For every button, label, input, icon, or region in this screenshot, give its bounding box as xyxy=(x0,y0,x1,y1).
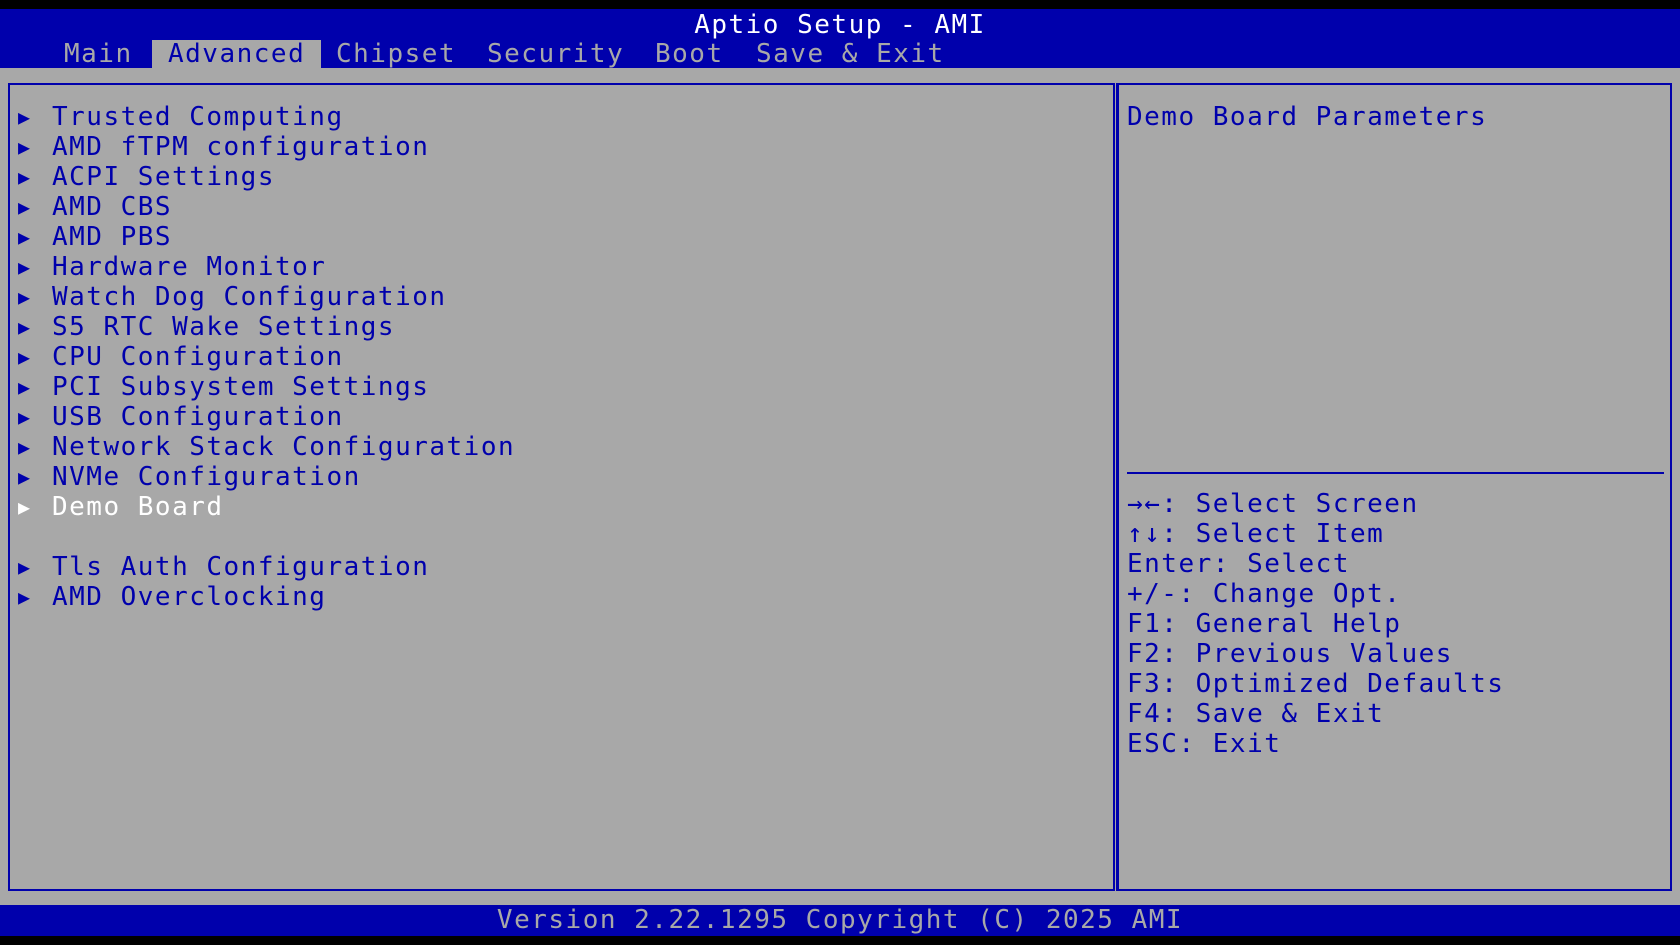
tab-bar: Main Advanced Chipset Security Boot Save… xyxy=(0,40,1680,68)
menu-item-label: Trusted Computing xyxy=(52,102,344,132)
menu-item-label: Network Stack Configuration xyxy=(52,432,516,462)
menu-item-label: Hardware Monitor xyxy=(52,252,327,282)
submenu-arrow-icon: ▶ xyxy=(18,405,32,429)
menu-item-tls-auth-configuration[interactable]: ▶ Tls Auth Configuration xyxy=(18,552,515,582)
menu-item-amd-pbs[interactable]: ▶ AMD PBS xyxy=(18,222,515,252)
menu-item-hardware-monitor[interactable]: ▶ Hardware Monitor xyxy=(18,252,515,282)
key-hint-esc: ESC: Exit xyxy=(1127,729,1282,759)
menu-list: ▶ Trusted Computing ▶ AMD fTPM configurati… xyxy=(18,102,515,612)
menu-item-label: CPU Configuration xyxy=(52,342,344,372)
submenu-arrow-icon: ▶ xyxy=(18,225,32,249)
menu-panel: ▶ Trusted Computing ▶ AMD fTPM configurati… xyxy=(8,83,1115,891)
tab-main[interactable]: Main xyxy=(64,40,133,68)
menu-spacer xyxy=(18,522,515,552)
menu-item-usb-configuration[interactable]: ▶ USB Configuration xyxy=(18,402,515,432)
menu-item-acpi-settings[interactable]: ▶ ACPI Settings xyxy=(18,162,515,192)
help-description: Demo Board Parameters xyxy=(1127,102,1488,132)
submenu-arrow-icon: ▶ xyxy=(18,465,32,489)
menu-item-label: AMD CBS xyxy=(52,192,173,222)
submenu-arrow-icon: ▶ xyxy=(18,435,32,459)
menu-item-trusted-computing[interactable]: ▶ Trusted Computing xyxy=(18,102,515,132)
key-legend: →←: Select Screen ↑↓: Select Item Enter:… xyxy=(1127,489,1504,759)
key-hint-f2: F2: Previous Values xyxy=(1127,639,1453,669)
menu-item-label: Watch Dog Configuration xyxy=(52,282,447,312)
tab-security[interactable]: Security xyxy=(487,40,624,68)
submenu-arrow-icon: ▶ xyxy=(18,375,32,399)
key-hint-f4: F4: Save & Exit xyxy=(1127,699,1385,729)
submenu-arrow-icon: ▶ xyxy=(18,285,32,309)
submenu-arrow-icon: ▶ xyxy=(18,165,32,189)
menu-item-network-stack-configuration[interactable]: ▶ Network Stack Configuration xyxy=(18,432,515,462)
menu-item-amd-ftpm-configuration[interactable]: ▶ AMD fTPM configuration xyxy=(18,132,515,162)
header-bar: Aptio Setup - AMI Main Advanced Chipset … xyxy=(0,9,1680,68)
bios-screen: Aptio Setup - AMI Main Advanced Chipset … xyxy=(0,0,1680,945)
submenu-arrow-icon: ▶ xyxy=(18,585,32,609)
submenu-arrow-icon: ▶ xyxy=(18,345,32,369)
tab-boot[interactable]: Boot xyxy=(655,40,724,68)
key-hint-select-item: ↑↓: Select Item xyxy=(1127,519,1385,549)
menu-item-nvme-configuration[interactable]: ▶ NVMe Configuration xyxy=(18,462,515,492)
tab-save-exit[interactable]: Save & Exit xyxy=(756,40,945,68)
menu-item-label: AMD PBS xyxy=(52,222,173,252)
menu-item-label: S5 RTC Wake Settings xyxy=(52,312,396,342)
menu-item-s5-rtc-wake-settings[interactable]: ▶ S5 RTC Wake Settings xyxy=(18,312,515,342)
menu-item-demo-board[interactable]: ▶ Demo Board xyxy=(18,492,515,522)
menu-item-label: Tls Auth Configuration xyxy=(52,552,430,582)
key-hint-change-opt: +/-: Change Opt. xyxy=(1127,579,1402,609)
submenu-arrow-icon: ▶ xyxy=(18,315,32,339)
submenu-arrow-icon: ▶ xyxy=(18,495,32,519)
menu-item-pci-subsystem-settings[interactable]: ▶ PCI Subsystem Settings xyxy=(18,372,515,402)
key-hint-f3: F3: Optimized Defaults xyxy=(1127,669,1505,699)
tab-chipset[interactable]: Chipset xyxy=(336,40,456,68)
footer-bar: Version 2.22.1295 Copyright (C) 2025 AMI xyxy=(0,905,1680,936)
main-area: ▶ Trusted Computing ▶ AMD fTPM configurati… xyxy=(0,68,1680,905)
menu-item-label: PCI Subsystem Settings xyxy=(52,372,430,402)
menu-item-amd-cbs[interactable]: ▶ AMD CBS xyxy=(18,192,515,222)
submenu-arrow-icon: ▶ xyxy=(18,135,32,159)
app-title: Aptio Setup - AMI xyxy=(694,10,986,40)
menu-item-label: AMD Overclocking xyxy=(52,582,327,612)
menu-item-label: AMD fTPM configuration xyxy=(52,132,430,162)
version-text: Version 2.22.1295 Copyright (C) 2025 AMI xyxy=(496,905,1184,935)
help-divider xyxy=(1127,472,1664,474)
menu-item-label: USB Configuration xyxy=(52,402,344,432)
submenu-arrow-icon: ▶ xyxy=(18,555,32,579)
submenu-arrow-icon: ▶ xyxy=(18,255,32,279)
menu-item-label: ACPI Settings xyxy=(52,162,275,192)
menu-item-label: Demo Board xyxy=(52,492,224,522)
key-hint-f1: F1: General Help xyxy=(1127,609,1402,639)
menu-item-watch-dog-configuration[interactable]: ▶ Watch Dog Configuration xyxy=(18,282,515,312)
submenu-arrow-icon: ▶ xyxy=(18,195,32,219)
menu-item-cpu-configuration[interactable]: ▶ CPU Configuration xyxy=(18,342,515,372)
submenu-arrow-icon: ▶ xyxy=(18,105,32,129)
menu-item-amd-overclocking[interactable]: ▶ AMD Overclocking xyxy=(18,582,515,612)
menu-item-label: NVMe Configuration xyxy=(52,462,361,492)
key-hint-enter: Enter: Select xyxy=(1127,549,1350,579)
tab-advanced[interactable]: Advanced xyxy=(152,40,322,68)
key-hint-select-screen: →←: Select Screen xyxy=(1127,489,1419,519)
help-panel: Demo Board Parameters →←: Select Screen … xyxy=(1116,83,1672,891)
